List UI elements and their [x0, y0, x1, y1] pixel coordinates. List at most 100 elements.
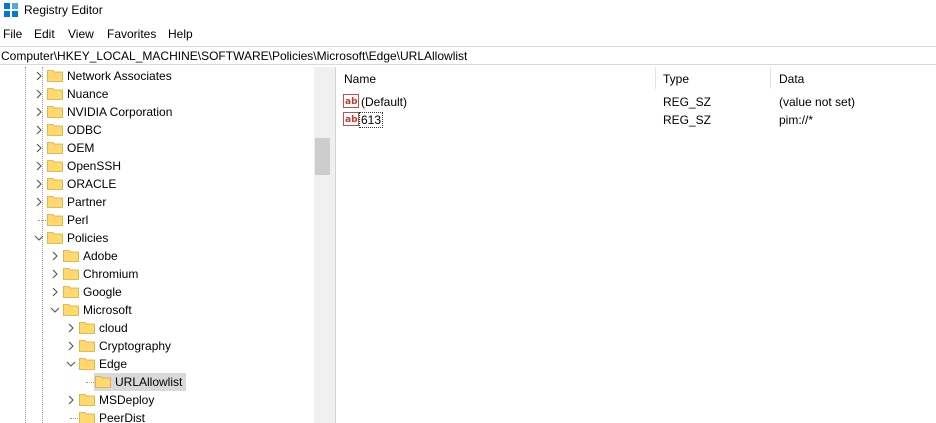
tree-item-nvidia-corporation[interactable]: NVIDIA Corporation — [0, 103, 314, 121]
tree-item-label[interactable]: URLAllowlist — [113, 373, 184, 391]
menu-edit[interactable]: Edit — [34, 27, 55, 41]
tree-item-msdeploy[interactable]: MSDeploy — [0, 391, 314, 409]
tree-item-label[interactable]: NVIDIA Corporation — [65, 103, 174, 121]
tree-item-label[interactable]: cloud — [97, 319, 130, 337]
tree-item-label[interactable]: OpenSSH — [65, 157, 123, 175]
folder-icon — [47, 178, 63, 190]
chevron-down-icon[interactable] — [66, 358, 76, 370]
svg-text:ab: ab — [345, 97, 358, 107]
folder-icon — [95, 376, 111, 388]
values-list[interactable]: Name Type Data ab (Default) REG_SZ (valu… — [337, 67, 936, 423]
chevron-right-icon[interactable] — [34, 196, 44, 208]
chevron-right-icon[interactable] — [34, 88, 44, 100]
chevron-down-icon[interactable] — [34, 232, 44, 244]
chevron-right-icon[interactable] — [34, 142, 44, 154]
chevron-right-icon[interactable] — [66, 340, 76, 352]
tree-item-label[interactable]: Perl — [65, 211, 90, 229]
tree-item-network-associates[interactable]: Network Associates — [0, 67, 314, 85]
value-type: REG_SZ — [663, 113, 712, 127]
chevron-right-icon[interactable] — [34, 178, 44, 190]
tree-item-chromium[interactable]: Chromium — [0, 265, 314, 283]
menu-view[interactable]: View — [68, 27, 94, 41]
chevron-right-icon[interactable] — [50, 250, 60, 262]
tree-item-label[interactable]: Policies — [65, 229, 110, 247]
tree-item-perl[interactable]: Perl — [0, 211, 314, 229]
value-name: (Default) — [361, 95, 408, 109]
column-separator[interactable] — [655, 67, 656, 89]
chevron-right-icon[interactable] — [50, 268, 60, 280]
folder-icon — [47, 124, 63, 136]
menu-favorites[interactable]: Favorites — [107, 27, 156, 41]
folder-icon — [47, 88, 63, 100]
chevron-right-icon[interactable] — [50, 286, 60, 298]
tree-item-nuance[interactable]: Nuance — [0, 85, 314, 103]
chevron-right-icon[interactable] — [34, 70, 44, 82]
folder-icon — [47, 160, 63, 172]
tree-item-partner[interactable]: Partner — [0, 193, 314, 211]
tree-item-label[interactable]: Microsoft — [81, 301, 134, 319]
key-tree[interactable]: Network Associates Nuance NVIDIA Corporati… — [0, 67, 314, 423]
tree-item-cryptography[interactable]: Cryptography — [0, 337, 314, 355]
tree-item-label[interactable]: Chromium — [81, 265, 140, 283]
folder-icon — [47, 214, 63, 226]
tree-item-label[interactable]: ORACLE — [65, 175, 118, 193]
string-value-icon: ab — [343, 94, 359, 108]
column-header-name[interactable]: Name — [344, 72, 376, 86]
tree-item-peerdist[interactable]: PeerDist — [0, 409, 314, 423]
folder-icon — [47, 232, 63, 244]
folder-icon — [79, 340, 95, 352]
tree-item-oracle[interactable]: ORACLE — [0, 175, 314, 193]
tree-scroll-thumb[interactable] — [315, 138, 330, 175]
value-data: pim://* — [779, 113, 814, 127]
column-header-data[interactable]: Data — [779, 72, 804, 86]
folder-icon — [63, 286, 79, 298]
menu-help[interactable]: Help — [168, 27, 193, 41]
folder-icon — [47, 142, 63, 154]
pane-splitter[interactable] — [331, 67, 336, 423]
folder-icon — [63, 304, 79, 316]
column-header-type[interactable]: Type — [663, 72, 689, 86]
chevron-down-icon[interactable] — [50, 304, 60, 316]
tree-scrollbar[interactable] — [314, 67, 331, 423]
tree-item-label[interactable]: Edge — [97, 355, 129, 373]
address-bar[interactable]: Computer\HKEY_LOCAL_MACHINE\SOFTWARE\Pol… — [0, 46, 936, 65]
folder-icon — [79, 412, 95, 423]
chevron-right-icon[interactable] — [66, 394, 76, 406]
tree-item-odbc[interactable]: ODBC — [0, 121, 314, 139]
tree-item-edge[interactable]: Edge — [0, 355, 314, 373]
column-separator[interactable] — [770, 67, 771, 89]
tree-item-google[interactable]: Google — [0, 283, 314, 301]
tree-item-openssh[interactable]: OpenSSH — [0, 157, 314, 175]
tree-item-label[interactable]: Google — [81, 283, 124, 301]
tree-item-label[interactable]: Nuance — [65, 85, 110, 103]
tree-item-microsoft[interactable]: Microsoft — [0, 301, 314, 319]
tree-item-label[interactable]: ODBC — [65, 121, 104, 139]
menu-bar: File Edit View Favorites Help — [0, 24, 936, 44]
tree-item-label[interactable]: PeerDist — [97, 409, 147, 423]
tree-item-urlallowlist[interactable]: URLAllowlist — [0, 373, 314, 391]
tree-item-oem[interactable]: OEM — [0, 139, 314, 157]
tree-item-label[interactable]: Partner — [65, 193, 108, 211]
tree-item-label[interactable]: Network Associates — [65, 67, 174, 85]
address-path[interactable]: Computer\HKEY_LOCAL_MACHINE\SOFTWARE\Pol… — [1, 49, 467, 63]
tree-branch-line — [38, 220, 46, 221]
menu-file[interactable]: File — [3, 27, 22, 41]
title-bar: Registry Editor — [0, 0, 936, 22]
tree-item-label[interactable]: MSDeploy — [97, 391, 156, 409]
folder-icon — [79, 322, 95, 334]
value-name: 613 — [359, 112, 384, 128]
tree-item-cloud[interactable]: cloud — [0, 319, 314, 337]
tree-item-label[interactable]: OEM — [65, 139, 96, 157]
tree-branch-line — [70, 418, 78, 419]
tree-item-label[interactable]: Adobe — [81, 247, 120, 265]
chevron-right-icon[interactable] — [66, 322, 76, 334]
tree-item-label[interactable]: Cryptography — [97, 337, 173, 355]
chevron-right-icon[interactable] — [34, 124, 44, 136]
value-data: (value not set) — [779, 95, 856, 109]
chevron-right-icon[interactable] — [34, 160, 44, 172]
folder-icon — [47, 196, 63, 208]
chevron-right-icon[interactable] — [34, 106, 44, 118]
tree-item-adobe[interactable]: Adobe — [0, 247, 314, 265]
svg-text:ab: ab — [345, 115, 358, 125]
tree-item-policies[interactable]: Policies — [0, 229, 314, 247]
